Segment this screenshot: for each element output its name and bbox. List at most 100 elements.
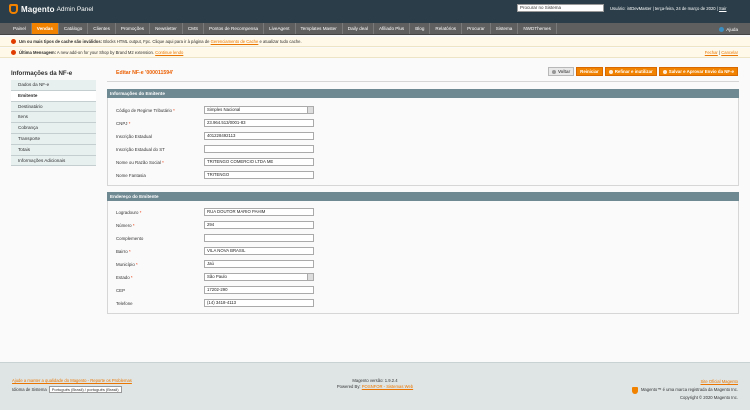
field-label: Inscrição Estadual — [116, 134, 152, 139]
inscricao-estadual-do-st-input[interactable] — [204, 145, 314, 153]
user-info: Usuário: intDevMaster | terça-feira, 24 … — [610, 6, 726, 11]
field-label-text: Telefone — [116, 301, 133, 306]
nav-item-newsletter[interactable]: Newsletter — [150, 23, 183, 34]
refuse-button[interactable]: Refinar e inutilizar — [604, 67, 657, 76]
field-label: Logradouro * — [116, 210, 141, 215]
endereco-section-header: Endereço do Emitente — [107, 192, 739, 201]
reset-button[interactable]: Reiniciar — [576, 67, 603, 76]
estado-select[interactable]: São Paulo — [204, 273, 314, 281]
refuse-icon — [608, 69, 613, 74]
field-label: CEP — [116, 288, 125, 293]
global-search-input[interactable]: Procurar no Sistema — [517, 4, 604, 12]
main-nav: Painel Vendas Catálogo Clientes Promoções New… — [0, 23, 750, 35]
nav-item-cms[interactable]: CMS — [183, 23, 205, 34]
sidebar-tab-cobranca[interactable]: Cobrança — [11, 123, 96, 134]
cnpj-input[interactable]: 23.964.513/0001-83 — [204, 119, 314, 127]
codigo-de-regime-tributario-select[interactable]: Simples Nacional — [204, 106, 314, 114]
cep-input[interactable]: 17202-290 — [204, 286, 314, 294]
nav-item-daily-deal[interactable]: Daily deal — [343, 23, 374, 34]
nav-item-nwdthemes[interactable]: NWDThemes — [518, 23, 557, 34]
field-label-text: Inscrição Estadual do ST — [116, 147, 165, 152]
form-row-logradouro: Logradouro * RUA DOUTOR MARIO PAHIM — [116, 208, 416, 216]
date-text: | terça-feira, 24 de março de 2020 | — [651, 6, 720, 11]
field-label-text: Complemento — [116, 236, 144, 241]
magento-logo-icon — [9, 4, 18, 14]
telefone-input[interactable]: (14) 3418-4113 — [204, 299, 314, 307]
form-row-cep: CEP 17202-290 — [116, 286, 416, 294]
logout-link[interactable]: Sair — [719, 6, 726, 11]
inscricao-estadual-input[interactable]: 401228492113 — [204, 132, 314, 140]
nav-item-liveagent[interactable]: LiveAgent — [264, 23, 296, 34]
save-approve-button-label: Salvar e Aprovar Envio da NF-e — [668, 68, 734, 74]
form-row-complemento: Complemento — [116, 234, 416, 242]
field-label: Estado * — [116, 275, 133, 280]
nav-item-promocoes[interactable]: Promoções — [116, 23, 151, 34]
nome-ou-razao-social-input[interactable]: TRITENGO COMERCIO LTDA ME — [204, 158, 314, 166]
user-prefix: Usuário: — [610, 6, 627, 11]
field-label: Código de Regime Tributário * — [116, 108, 175, 113]
save-approve-button[interactable]: Salvar e Aprovar Envio da NF-e — [658, 67, 738, 76]
field-label-text: Inscrição Estadual — [116, 134, 152, 139]
panel-name: Admin Panel — [56, 5, 94, 13]
complemento-input[interactable] — [204, 234, 314, 242]
page-title: Editar NF-e '000011594' — [116, 70, 174, 76]
nav-item-catalogo[interactable]: Catálogo — [59, 23, 89, 34]
logradouro-input[interactable]: RUA DOUTOR MARIO PAHIM — [204, 208, 314, 216]
field-label-text: CNPJ — [116, 121, 128, 126]
nav-item-sistema[interactable]: Sistema — [491, 23, 519, 34]
sidebar-tab-totais[interactable]: Totais — [11, 144, 96, 156]
back-icon — [552, 69, 557, 74]
sidebar-tab-informacoes-adicionais[interactable]: Informações Adicionais — [11, 155, 96, 167]
nav-item-clientes[interactable]: Clientes — [88, 23, 116, 34]
form-row-codigo-de-regime-tributario: Código de Regime Tributário * Simples Nac… — [116, 106, 416, 114]
powered-link[interactable]: POSNFOR - Sistemas Web — [362, 384, 413, 389]
emitente-fieldset: Código de Regime Tributário * Simples Nac… — [107, 98, 739, 186]
powered-prefix: Powered By: — [336, 384, 362, 389]
field-label: Número * — [116, 223, 135, 228]
sidebar-tab-destinatario[interactable]: Destinatário — [11, 101, 96, 113]
help-link[interactable]: Ajuda — [719, 27, 738, 32]
sidebar-tab-itens[interactable]: Itens — [11, 112, 96, 124]
trademark: Magento™ é uma marca registrada da Magen… — [631, 386, 738, 394]
nav-item-blog[interactable]: Blog — [410, 23, 431, 34]
notice-actions: Fechar | Cancelar — [704, 50, 738, 55]
form-row-telefone: Telefone (14) 3418-4113 — [116, 299, 416, 307]
bairro-input[interactable]: VILA NOVA BRASIL — [204, 247, 314, 255]
continue-reading-link[interactable]: Continue lendo — [155, 50, 183, 55]
divider — [107, 81, 739, 82]
field-label: Bairro * — [116, 249, 131, 254]
form-row-inscricao-estadual: Inscrição Estadual 401228492113 — [116, 132, 416, 140]
close-notice-link[interactable]: Fechar — [705, 50, 718, 55]
sidebar-tab-dados-da-nf-e[interactable]: Dados da NF-e — [11, 80, 96, 91]
magento-logo[interactable]: Magento Admin Panel — [9, 4, 93, 14]
nav-item-painel[interactable]: Painel — [8, 23, 32, 34]
nome-fantasia-input[interactable]: TRITENGO — [204, 171, 314, 179]
nav-item-vendas[interactable]: Vendas — [31, 23, 59, 34]
cache-management-link[interactable]: Gerenciamento de Cache — [211, 39, 259, 44]
latest-message-text: A new add-on for your Shop by Brand M2 e… — [56, 50, 156, 55]
cancel-notice-link[interactable]: Cancelar — [721, 50, 738, 55]
nav-item-relatorios[interactable]: Relatórios — [430, 23, 463, 34]
alert-icon — [11, 50, 16, 55]
field-label-text: Município — [116, 262, 135, 267]
alert-icon — [11, 39, 16, 44]
nav-item-templates-master[interactable]: Templates Master — [296, 23, 343, 34]
official-site-link[interactable]: Site Oficial Magento — [701, 379, 738, 384]
footer-right: Site Oficial Magento Magento™ é uma marc… — [631, 378, 738, 402]
municipio-input[interactable]: Jaú — [204, 260, 314, 268]
form-row-nome-fantasia: Nome Fantasia TRITENGO — [116, 171, 416, 179]
nav-item-procurar[interactable]: Procurar — [462, 23, 491, 34]
back-button[interactable]: Voltar — [548, 67, 575, 76]
sidebar-tab-emitente[interactable]: Emitente — [11, 90, 96, 102]
sidebar-tab-transporte[interactable]: Transporte — [11, 133, 96, 145]
form-row-inscricao-estadual-do-st: Inscrição Estadual do ST — [116, 145, 416, 153]
endereco-fieldset: Logradouro * RUA DOUTOR MARIO PAHIM Número… — [107, 201, 739, 314]
numero-input[interactable]: 294 — [204, 221, 314, 229]
sidebar-title: Informações da NF-e — [11, 70, 73, 77]
nav-item-pontos-de-recompensa[interactable]: Pontos de Recompensa — [204, 23, 265, 34]
required-marker: * — [129, 275, 133, 280]
cache-notice-bold: Um ou mais tipos de cache são inválidos: — [19, 39, 103, 44]
nav-item-afiliado-plus[interactable]: Afiliado Plus — [374, 23, 411, 34]
required-marker: * — [127, 121, 131, 126]
magento-small-logo-icon — [631, 386, 638, 394]
